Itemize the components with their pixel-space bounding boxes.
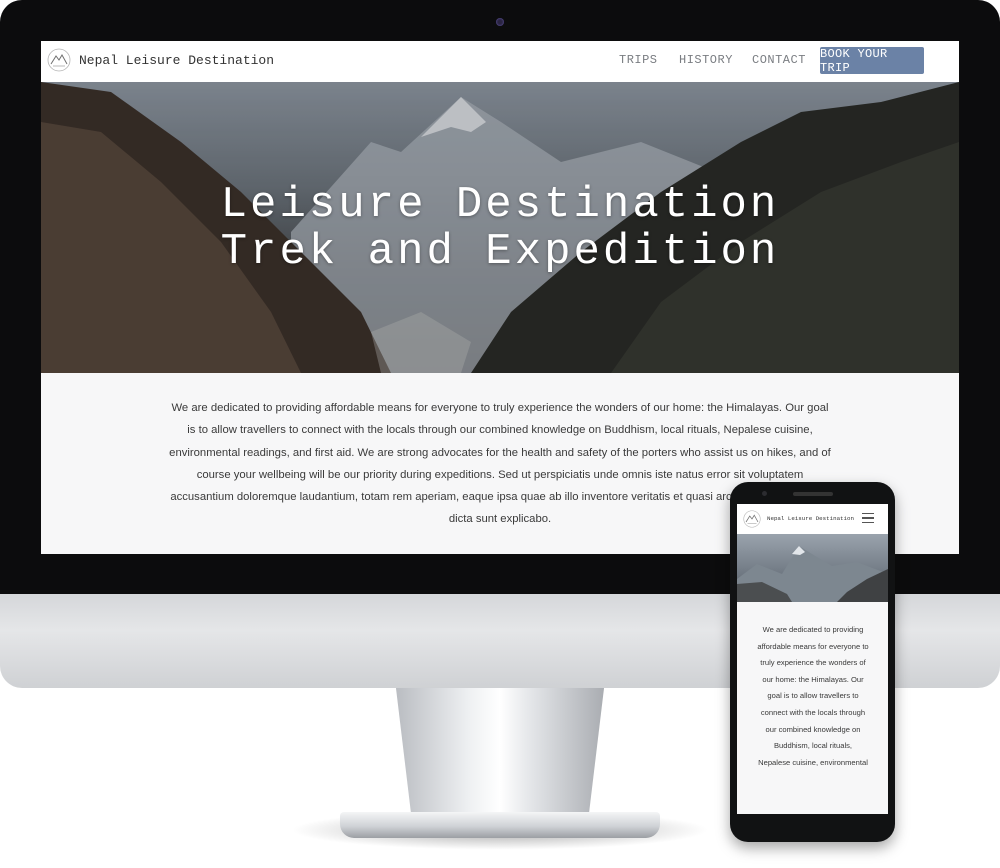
navbar: Nepal Leisure Destination TRIPS HISTORY … (41, 41, 959, 83)
nav-link-contact[interactable]: CONTACT (752, 53, 806, 67)
brand-name[interactable]: Nepal Leisure Destination (79, 53, 274, 68)
hero-title-line-1: Leisure Destination (220, 180, 780, 230)
hero-title: Leisure Destination Trek and Expedition (41, 182, 959, 276)
phone-speaker (793, 492, 833, 496)
hero-title-line-2: Trek and Expedition (220, 227, 780, 277)
imac-base (340, 812, 660, 838)
nav-link-history[interactable]: HISTORY (679, 53, 733, 67)
mobile-hero-banner (737, 534, 888, 602)
mobile-mountain-image (737, 546, 888, 602)
mountain-logo-icon[interactable] (47, 48, 71, 72)
mobile-brand-name[interactable]: Nepal Leisure Destination (767, 515, 854, 522)
desktop-site-screen: Nepal Leisure Destination TRIPS HISTORY … (41, 41, 959, 554)
phone-device: Nepal Leisure Destination We are dedicat… (730, 482, 895, 842)
book-your-trip-button[interactable]: BOOK YOUR TRIP (820, 47, 924, 75)
mobile-site-screen: Nepal Leisure Destination We are dedicat… (737, 504, 888, 814)
imac-stand (395, 680, 605, 820)
mountain-logo-icon[interactable] (743, 510, 761, 528)
hamburger-menu-icon[interactable] (862, 513, 874, 523)
hero-banner: Leisure Destination Trek and Expedition (41, 82, 959, 373)
phone-camera-icon (762, 491, 767, 496)
mobile-intro-paragraph: We are dedicated to providing affordable… (757, 625, 869, 767)
nav-link-trips[interactable]: TRIPS (619, 53, 658, 67)
webcam-icon (496, 18, 504, 26)
mobile-navbar: Nepal Leisure Destination (737, 504, 888, 535)
